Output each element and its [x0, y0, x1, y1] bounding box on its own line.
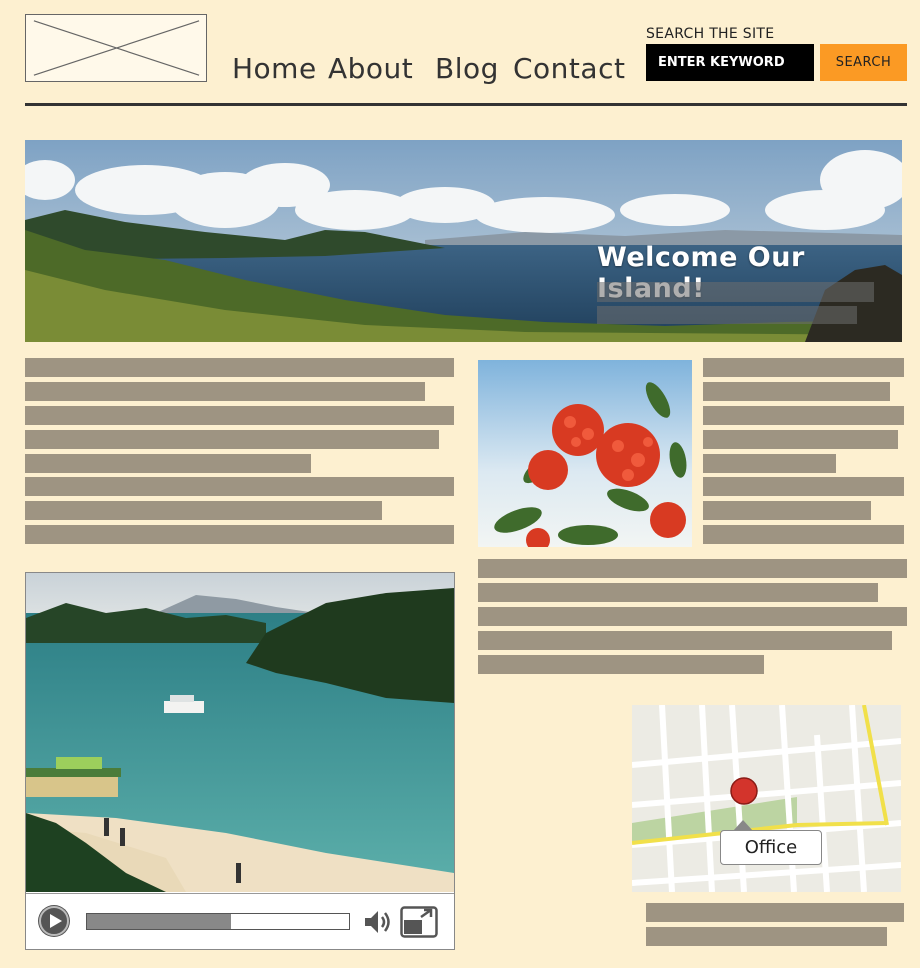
video-progress-fill — [87, 914, 232, 929]
text-placeholder-line — [25, 406, 454, 425]
location-pin-icon — [730, 777, 758, 805]
image-placeholder-icon — [33, 20, 200, 76]
text-placeholder-line — [703, 477, 904, 496]
text-placeholder-line — [25, 501, 382, 520]
search-label: SEARCH THE SITE — [646, 26, 775, 42]
fullscreen-icon[interactable] — [400, 906, 438, 938]
text-placeholder-line — [478, 655, 764, 674]
text-placeholder-line — [703, 382, 890, 401]
text-placeholder-line — [646, 903, 904, 922]
text-placeholder-line — [478, 559, 907, 578]
volume-icon[interactable] — [362, 906, 394, 938]
nav-about[interactable]: About — [328, 52, 413, 85]
header-divider — [25, 103, 907, 106]
search-button[interactable]: SEARCH — [820, 44, 907, 81]
text-placeholder-line — [25, 454, 311, 473]
video-frame — [26, 573, 454, 892]
text-placeholder-line — [646, 927, 887, 946]
map-label: Office — [720, 830, 822, 865]
text-placeholder-line — [478, 631, 892, 650]
flower-image — [478, 360, 692, 547]
video-controls — [26, 893, 454, 949]
text-placeholder-line — [25, 477, 454, 496]
text-placeholder-line — [703, 358, 904, 377]
text-placeholder-line — [703, 454, 836, 473]
text-placeholder-line — [25, 430, 439, 449]
logo-placeholder[interactable] — [25, 14, 207, 82]
text-placeholder-line — [703, 525, 904, 544]
text-placeholder-line — [478, 607, 907, 626]
text-placeholder-line — [25, 382, 425, 401]
text-placeholder-line — [703, 406, 904, 425]
nav-blog[interactable]: Blog — [435, 52, 499, 85]
search-input[interactable] — [646, 44, 814, 81]
hero-caption-line — [597, 282, 874, 302]
video-progress-bar[interactable] — [86, 913, 350, 930]
hero-caption-line — [597, 306, 857, 324]
text-placeholder-line — [25, 525, 454, 544]
play-icon[interactable] — [38, 905, 70, 937]
nav-contact[interactable]: Contact — [513, 52, 625, 85]
text-placeholder-line — [703, 430, 898, 449]
video-player[interactable] — [25, 572, 455, 950]
text-placeholder-line — [25, 358, 454, 377]
nav-home[interactable]: Home — [232, 52, 317, 85]
text-placeholder-line — [703, 501, 871, 520]
text-placeholder-line — [478, 583, 878, 602]
